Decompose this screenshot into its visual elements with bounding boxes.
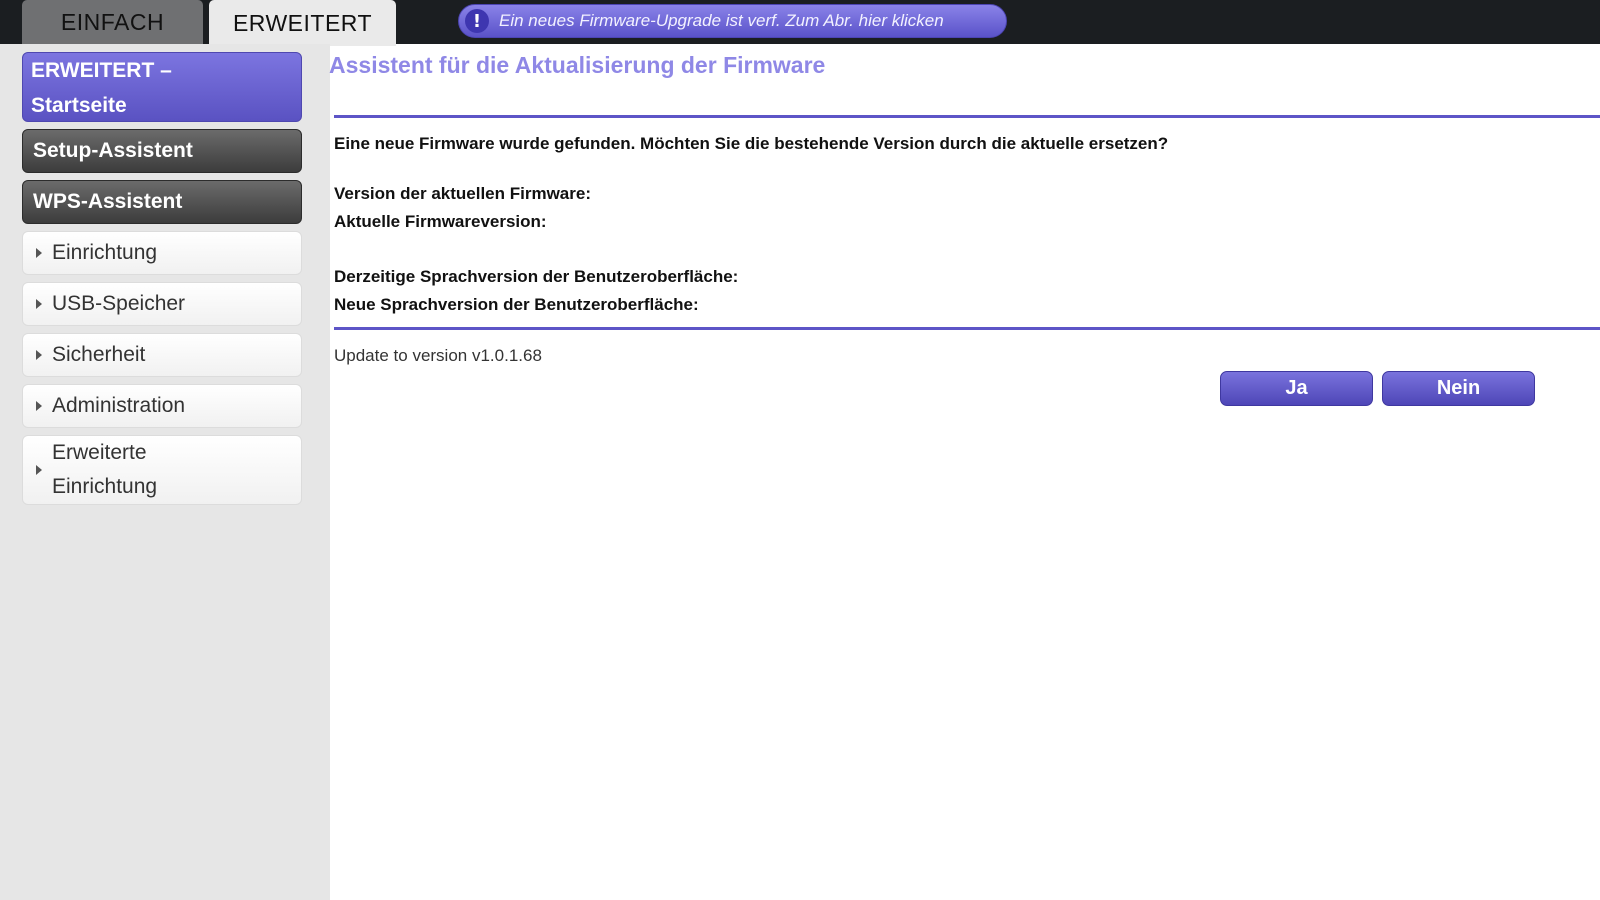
current-firmware-label: Version der aktuellen Firmware: <box>334 184 591 203</box>
sidebar-item-setup[interactable]: Einrichtung <box>22 231 302 275</box>
notice-text: Ein neues Firmware-Upgrade ist verf. Zum… <box>499 11 944 30</box>
firmware-notice-banner[interactable]: ! Ein neues Firmware-Upgrade ist verf. Z… <box>458 4 1007 38</box>
alert-icon: ! <box>465 9 489 33</box>
sidebar-item-label: Einrichtung <box>52 241 158 264</box>
update-version-text: Update to version v1.0.1.68 <box>334 346 542 365</box>
top-bar: EINFACH ERWEITERT ! Ein neues Firmware-U… <box>0 0 1600 46</box>
sidebar: ERWEITERT – Startseite Setup-Assistent W… <box>0 44 330 900</box>
sidebar-item-label: Administration <box>52 394 186 417</box>
sidebar-item-label: USB-Speicher <box>52 292 186 315</box>
triangle-right-icon <box>36 299 42 309</box>
sidebar-item-label: WPS-Assistent <box>33 190 183 213</box>
sidebar-item-label-line1: Erweiterte <box>52 441 147 464</box>
no-button[interactable]: Nein <box>1382 371 1535 406</box>
sidebar-item-label-line2: Einrichtung <box>52 475 158 498</box>
new-language-label: Neue Sprachversion der Benutzeroberfläch… <box>334 295 699 314</box>
triangle-right-icon <box>36 248 42 258</box>
sidebar-item-administration[interactable]: Administration <box>22 384 302 428</box>
tab-advanced[interactable]: ERWEITERT <box>209 0 396 46</box>
triangle-right-icon <box>36 350 42 360</box>
divider <box>334 115 1600 118</box>
divider <box>334 327 1600 330</box>
sidebar-item-usb-storage[interactable]: USB-Speicher <box>22 282 302 326</box>
sidebar-item-security[interactable]: Sicherheit <box>22 333 302 377</box>
sidebar-item-label: Setup-Assistent <box>33 139 193 162</box>
tab-simple[interactable]: EINFACH <box>22 0 203 44</box>
current-language-label: Derzeitige Sprachversion der Benutzerobe… <box>334 267 739 286</box>
sidebar-item-label: Erweiterte Einrichtung <box>52 436 157 504</box>
new-firmware-label: Aktuelle Firmwareversion: <box>334 212 547 231</box>
sidebar-item-setup-wizard[interactable]: Setup-Assistent <box>22 129 302 173</box>
sidebar-item-advanced-home[interactable]: ERWEITERT – Startseite <box>22 52 302 122</box>
triangle-right-icon <box>36 465 42 475</box>
sidebar-item-wps-wizard[interactable]: WPS-Assistent <box>22 180 302 224</box>
page-title: Assistent für die Aktualisierung der Fir… <box>329 52 826 78</box>
triangle-right-icon <box>36 401 42 411</box>
sidebar-home-label-line1: ERWEITERT – <box>31 59 172 82</box>
sidebar-item-advanced-setup[interactable]: Erweiterte Einrichtung <box>22 435 302 505</box>
sidebar-item-label: Sicherheit <box>52 343 146 366</box>
yes-button[interactable]: Ja <box>1220 371 1373 406</box>
sidebar-home-label-line2: Startseite <box>31 94 127 117</box>
update-question: Eine neue Firmware wurde gefunden. Möcht… <box>334 134 1169 153</box>
